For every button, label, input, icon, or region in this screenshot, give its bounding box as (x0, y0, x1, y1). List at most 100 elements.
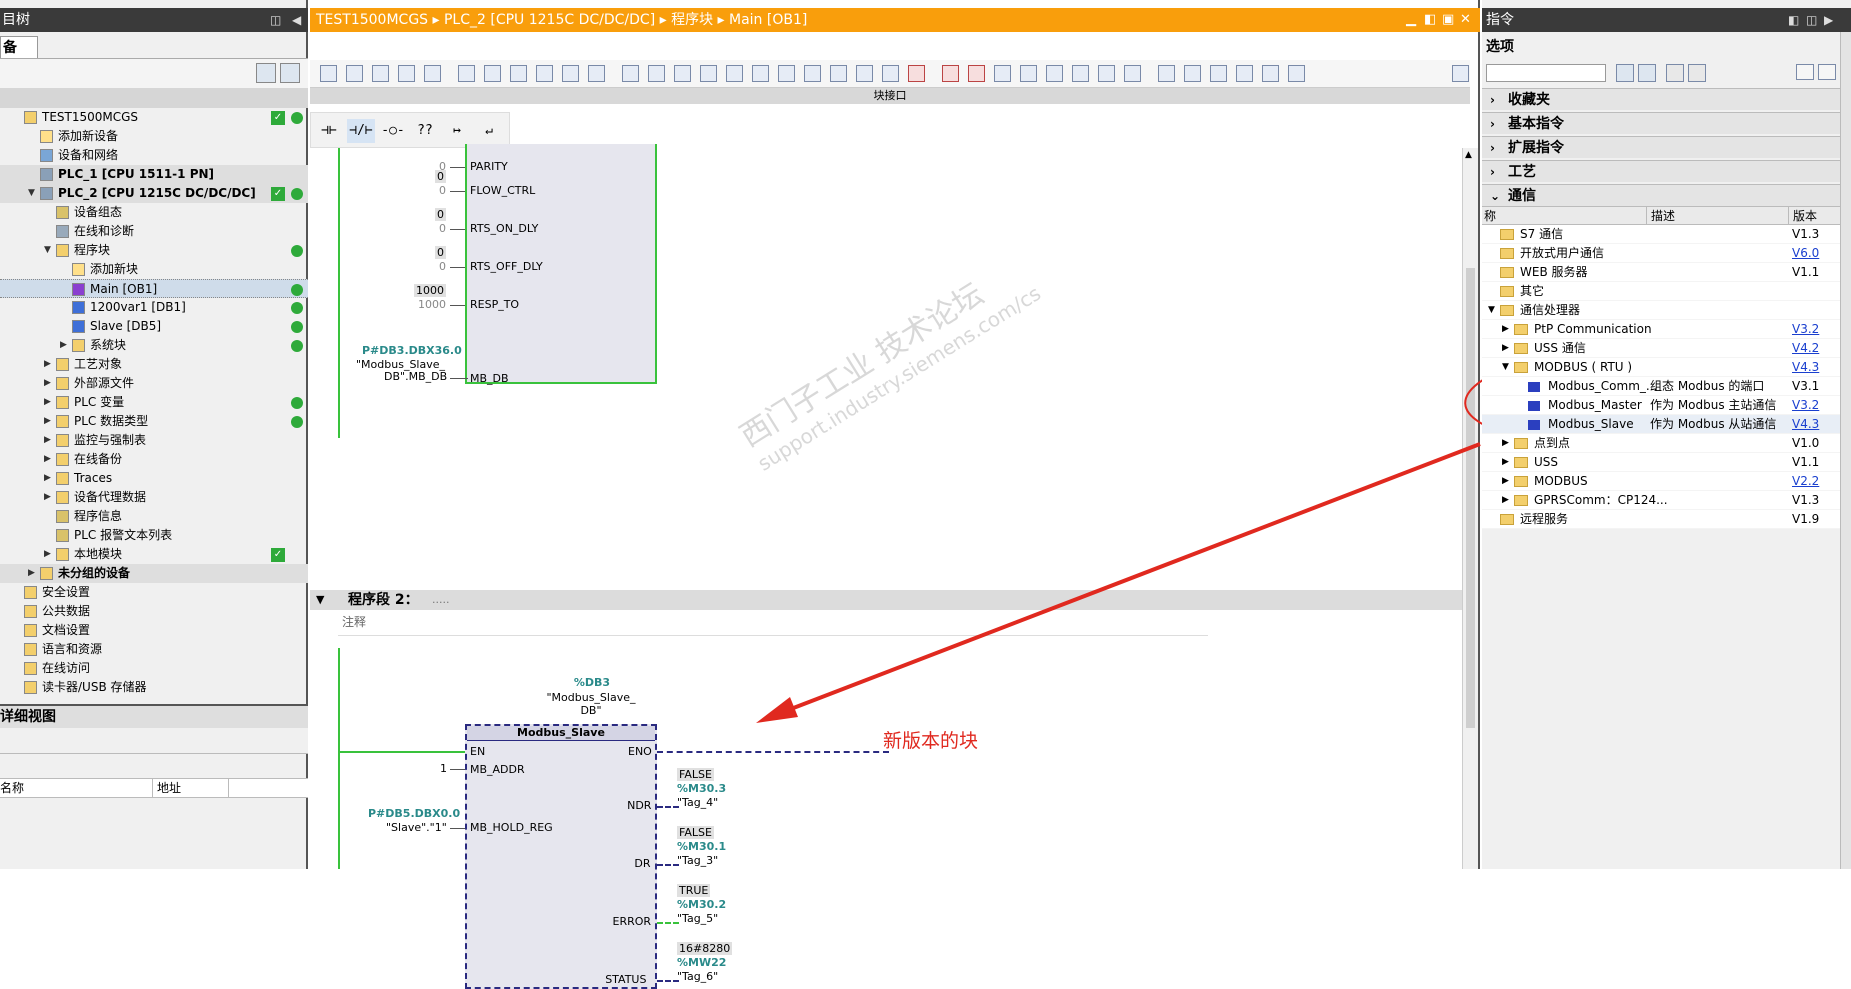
chevron-right-icon[interactable]: › (1490, 113, 1495, 135)
instruction-row[interactable]: ▶ PtP Communication V3.2 (1482, 320, 1840, 339)
col-name-header[interactable]: 称 (1484, 207, 1496, 225)
instruction-version: V3.1 (1792, 379, 1820, 393)
instruction-section-label: 工艺 (1508, 164, 1536, 180)
favorite-add-icon[interactable] (1666, 64, 1684, 82)
chevron-right-icon[interactable]: › (1490, 89, 1495, 111)
instruction-version[interactable]: V4.2 (1792, 339, 1819, 358)
instruction-name: 其它 (1520, 284, 1545, 298)
expand-arrow-icon[interactable]: ▼ (1488, 301, 1495, 320)
instruction-version[interactable]: V6.0 (1792, 244, 1819, 263)
instruction-section[interactable]: › 基本指令 (1482, 112, 1840, 134)
communication-instructions-table: S7 通信 V1.3 开放式用户通信 V6.0 WEB 服务器 V1.1 其它 ▼ 通信处理器 ▶… (1482, 225, 1840, 529)
output-pin-label: ERROR (612, 915, 652, 928)
output-wire (657, 922, 679, 924)
chevron-right-icon[interactable]: › (1490, 137, 1495, 159)
instruction-version: V1.3 (1792, 227, 1820, 241)
options-label: 选项 (1486, 39, 1514, 55)
instruction-name: GPRSComm：CP124... (1534, 493, 1668, 507)
panel-pin-icon[interactable]: ◫ (1806, 8, 1817, 32)
expand-arrow-icon[interactable]: ▶ (1502, 339, 1509, 358)
instruction-row[interactable]: ▼ MODBUS ( RTU ) V4.3 (1482, 358, 1840, 377)
instruction-row[interactable]: Modbus_Master 作为 Modbus 主站通信 V3.2 (1482, 396, 1840, 415)
instruction-name: 开放式用户通信 (1520, 246, 1605, 260)
output-tag: "Tag_5" (677, 912, 719, 925)
expand-arrow-icon[interactable]: ▶ (1502, 453, 1509, 472)
instruction-row[interactable]: Modbus_Comm_... 组态 Modbus 的端口 V3.1 (1482, 377, 1840, 396)
instruction-name: 点到点 (1534, 436, 1571, 450)
instruction-section-label: 通信 (1508, 188, 1536, 204)
expand-arrow-icon[interactable]: ▶ (1502, 434, 1509, 453)
side-tab-strip[interactable] (1840, 32, 1851, 869)
instruction-section[interactable]: › 工艺 (1482, 160, 1840, 182)
instruction-row[interactable]: ▶ USS V1.1 (1482, 453, 1840, 472)
folder-icon (1500, 514, 1514, 525)
folder-icon (1514, 438, 1528, 449)
search-forward-icon[interactable] (1616, 64, 1634, 82)
panel-collapse-icon[interactable]: ▶ (1824, 8, 1833, 32)
instruction-row[interactable]: WEB 服务器 V1.1 (1482, 263, 1840, 282)
folder-icon (1514, 324, 1528, 335)
instruction-name: USS 通信 (1534, 341, 1586, 355)
instruction-version: V1.3 (1792, 493, 1820, 507)
function-block-icon (1528, 382, 1540, 392)
instruction-row[interactable]: ▶ MODBUS V2.2 (1482, 472, 1840, 491)
output-address: %M30.2 (677, 898, 727, 911)
instruction-row[interactable]: 远程服务 V1.9 (1482, 510, 1840, 529)
instruction-row[interactable]: 其它 (1482, 282, 1840, 301)
instructions-title: 指令 (1486, 12, 1514, 28)
instruction-row[interactable]: Modbus_Slave 作为 Modbus 从站通信 V4.3 (1482, 415, 1840, 434)
instruction-row[interactable]: ▶ 点到点 V1.0 (1482, 434, 1840, 453)
instruction-name: Modbus_Comm_... (1548, 379, 1658, 393)
instruction-version[interactable]: V3.2 (1792, 320, 1819, 339)
arrow-shaft (769, 442, 1481, 719)
chevron-right-icon[interactable]: › (1490, 161, 1495, 183)
instruction-row[interactable]: 开放式用户通信 V6.0 (1482, 244, 1840, 263)
instruction-section-label: 基本指令 (1508, 116, 1564, 132)
instruction-name: S7 通信 (1520, 227, 1564, 241)
chevron-down-icon[interactable]: ⌄ (1490, 185, 1500, 207)
instruction-version[interactable]: V2.2 (1792, 472, 1819, 491)
instruction-section[interactable]: ⌄ 通信 (1482, 184, 1840, 206)
instruction-name: MODBUS (1534, 474, 1588, 488)
folder-icon (1514, 343, 1528, 354)
instruction-row[interactable]: ▶ USS 通信 V4.2 (1482, 339, 1840, 358)
instruction-version: V1.9 (1792, 512, 1820, 526)
instruction-name: WEB 服务器 (1520, 265, 1588, 279)
folder-icon (1500, 286, 1514, 297)
settings-icon[interactable] (1688, 64, 1706, 82)
layout-a-icon[interactable] (1796, 64, 1814, 80)
expand-arrow-icon[interactable]: ▶ (1502, 491, 1509, 510)
layout-b-icon[interactable] (1818, 64, 1836, 80)
instruction-row[interactable]: S7 通信 V1.3 (1482, 225, 1840, 244)
instruction-version[interactable]: V4.3 (1792, 358, 1819, 377)
expand-arrow-icon[interactable]: ▶ (1502, 320, 1509, 339)
instruction-version[interactable]: V3.2 (1792, 396, 1819, 415)
output-wire (657, 980, 679, 982)
instruction-description: 作为 Modbus 从站通信 (1650, 417, 1777, 431)
instruction-section-label: 扩展指令 (1508, 140, 1564, 156)
panel-restore-icon[interactable]: ◧ (1788, 8, 1799, 32)
expand-arrow-icon[interactable]: ▶ (1502, 472, 1509, 491)
folder-icon (1500, 267, 1514, 278)
instruction-section[interactable]: › 扩展指令 (1482, 136, 1840, 158)
folder-icon (1500, 229, 1514, 240)
instruction-row[interactable]: ▼ 通信处理器 (1482, 301, 1840, 320)
instruction-section[interactable]: › 收藏夹 (1482, 88, 1840, 110)
instruction-description: 组态 Modbus 的端口 (1650, 379, 1765, 393)
output-tag: "Tag_6" (677, 970, 719, 983)
output-pin-label: STATUS (605, 973, 647, 986)
expand-arrow-icon[interactable]: ▼ (1502, 358, 1509, 377)
output-state: TRUE (677, 884, 711, 897)
instruction-version: V1.1 (1792, 265, 1820, 279)
instruction-name: USS (1534, 455, 1559, 469)
arrow-head (756, 697, 798, 723)
col-desc-header[interactable]: 描述 (1646, 207, 1675, 225)
instruction-version[interactable]: V4.3 (1792, 415, 1819, 434)
col-version-header[interactable]: 版本 (1788, 207, 1817, 225)
search-backward-icon[interactable] (1638, 64, 1656, 82)
folder-icon (1514, 476, 1528, 487)
instruction-search-input[interactable] (1486, 64, 1606, 82)
folder-icon (1500, 248, 1514, 259)
folder-icon (1500, 305, 1514, 316)
instruction-row[interactable]: ▶ GPRSComm：CP124... V1.3 (1482, 491, 1840, 510)
